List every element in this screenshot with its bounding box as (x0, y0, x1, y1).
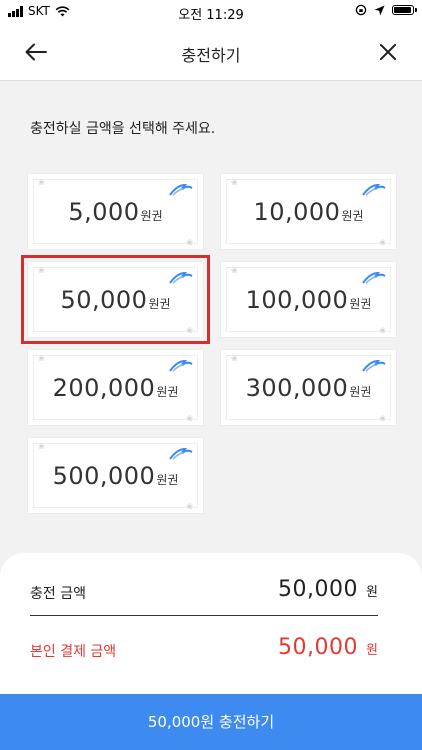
voucher-card-10000[interactable]: ❀ 10,000원권 ❀ (220, 173, 397, 250)
summary-divider (30, 615, 378, 616)
ornament-icon: ❀ (379, 238, 386, 247)
wave-icon (362, 271, 386, 284)
voucher-unit: 원권 (156, 473, 179, 487)
wave-icon (169, 183, 193, 196)
ornament-icon: ❀ (231, 266, 238, 275)
voucher-amount: 50,000 (60, 286, 148, 314)
close-button[interactable] (374, 38, 402, 66)
wave-icon (169, 271, 193, 284)
ornament-icon: ❀ (231, 354, 238, 363)
ornament-icon: ❀ (38, 266, 45, 275)
wave-icon (169, 359, 193, 372)
voucher-unit: 원권 (341, 209, 364, 223)
voucher-card-50000[interactable]: ❀ 50,000원권 ❀ (21, 255, 210, 344)
voucher-card-5000[interactable]: ❀ 5,000원권 ❀ (27, 173, 204, 250)
voucher-card-100000[interactable]: ❀ 100,000원권 ❀ (220, 261, 397, 338)
wave-icon (362, 183, 386, 196)
voucher-amount: 5,000 (68, 198, 140, 226)
ornament-icon: ❀ (186, 414, 193, 423)
charge-submit-button[interactable]: 50,000원 충전하기 (0, 694, 422, 750)
ornament-icon: ❀ (186, 502, 193, 511)
voucher-unit: 원권 (349, 385, 372, 399)
voucher-card-500000[interactable]: ❀ 500,000원권 ❀ (27, 437, 204, 514)
instruction-text: 충전하실 금액을 선택해 주세요. (30, 121, 216, 137)
voucher-amount: 10,000 (253, 198, 341, 226)
ornament-icon: ❀ (231, 178, 238, 187)
pay-amount-label: 본인 결제 금액 (30, 644, 117, 660)
voucher-amount: 300,000 (245, 374, 349, 402)
charge-amount-unit: 원 (366, 585, 378, 600)
ornament-icon: ❀ (38, 442, 45, 451)
voucher-card-300000[interactable]: ❀ 300,000원권 ❀ (220, 349, 397, 426)
voucher-unit: 원권 (156, 385, 179, 399)
voucher-unit: 원권 (140, 209, 163, 223)
rotation-lock-icon (355, 4, 367, 16)
pay-amount-value: 50,000 (278, 635, 359, 660)
ornament-icon: ❀ (186, 326, 193, 335)
ornament-icon: ❀ (38, 354, 45, 363)
location-icon (374, 5, 385, 15)
voucher-amount: 500,000 (52, 462, 156, 490)
voucher-amount: 200,000 (52, 374, 156, 402)
pay-amount-unit: 원 (366, 643, 378, 658)
page-title: 충전하기 (181, 46, 241, 65)
ornament-icon: ❀ (379, 414, 386, 423)
status-right (355, 4, 417, 16)
voucher-amount: 100,000 (245, 286, 349, 314)
status-bar: SKT 오전 11:29 (0, 0, 422, 24)
voucher-card-200000[interactable]: ❀ 200,000원권 ❀ (27, 349, 204, 426)
ornament-icon: ❀ (379, 326, 386, 335)
charge-amount-row: 충전 금액 50,000 원 (30, 577, 378, 607)
charge-amount-value: 50,000 (278, 577, 359, 602)
pay-amount-row: 본인 결제 금액 50,000 원 (30, 635, 378, 665)
ornament-icon: ❀ (186, 238, 193, 247)
ornament-icon: ❀ (38, 178, 45, 187)
voucher-unit: 원권 (349, 297, 372, 311)
wave-icon (169, 447, 193, 460)
charge-amount-label: 충전 금액 (30, 586, 86, 602)
battery-icon (392, 5, 417, 15)
app-header: 충전하기 (0, 24, 422, 81)
voucher-unit: 원권 (148, 297, 171, 311)
wave-icon (362, 359, 386, 372)
close-icon (380, 44, 396, 60)
